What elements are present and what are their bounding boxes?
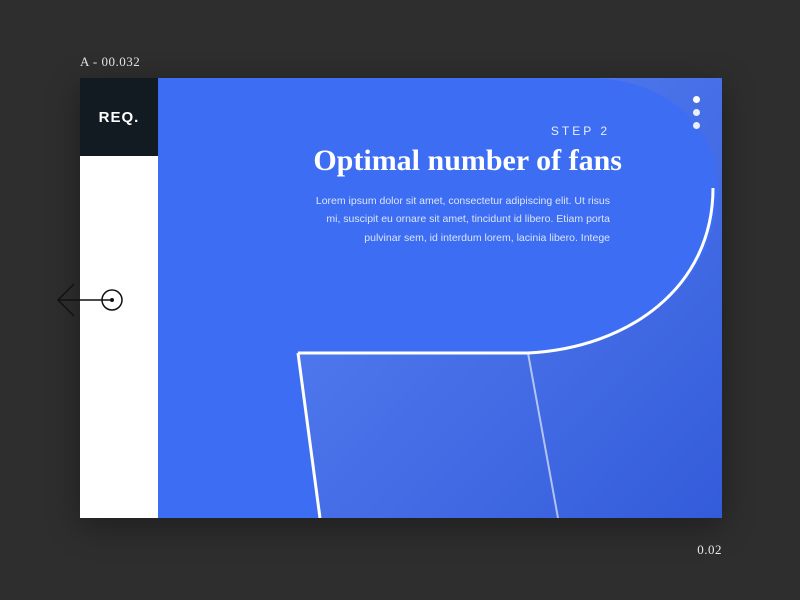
headline: Optimal number of fans — [218, 144, 622, 178]
frame-top-label: A - 00.032 — [80, 54, 140, 70]
back-arrow-button[interactable] — [52, 278, 132, 322]
sidebar-spacer — [80, 156, 158, 518]
menu-dots-icon[interactable] — [693, 96, 700, 129]
body-text: Lorem ipsum dolor sit amet, consectetur … — [312, 192, 622, 247]
content-block: STEP 2 Optimal number of fans Lorem ipsu… — [218, 124, 662, 247]
logo[interactable]: REQ. — [80, 78, 158, 156]
dot-icon — [693, 109, 700, 116]
dot-icon — [693, 96, 700, 103]
dot-icon — [693, 122, 700, 129]
back-arrow-icon — [52, 278, 132, 322]
presentation-card: REQ. STEP 2 Optimal number of fans — [80, 78, 722, 518]
step-label: STEP 2 — [218, 124, 622, 138]
frame-bottom-label: 0.02 — [697, 542, 722, 558]
main-panel: STEP 2 Optimal number of fans Lorem ipsu… — [158, 78, 722, 518]
